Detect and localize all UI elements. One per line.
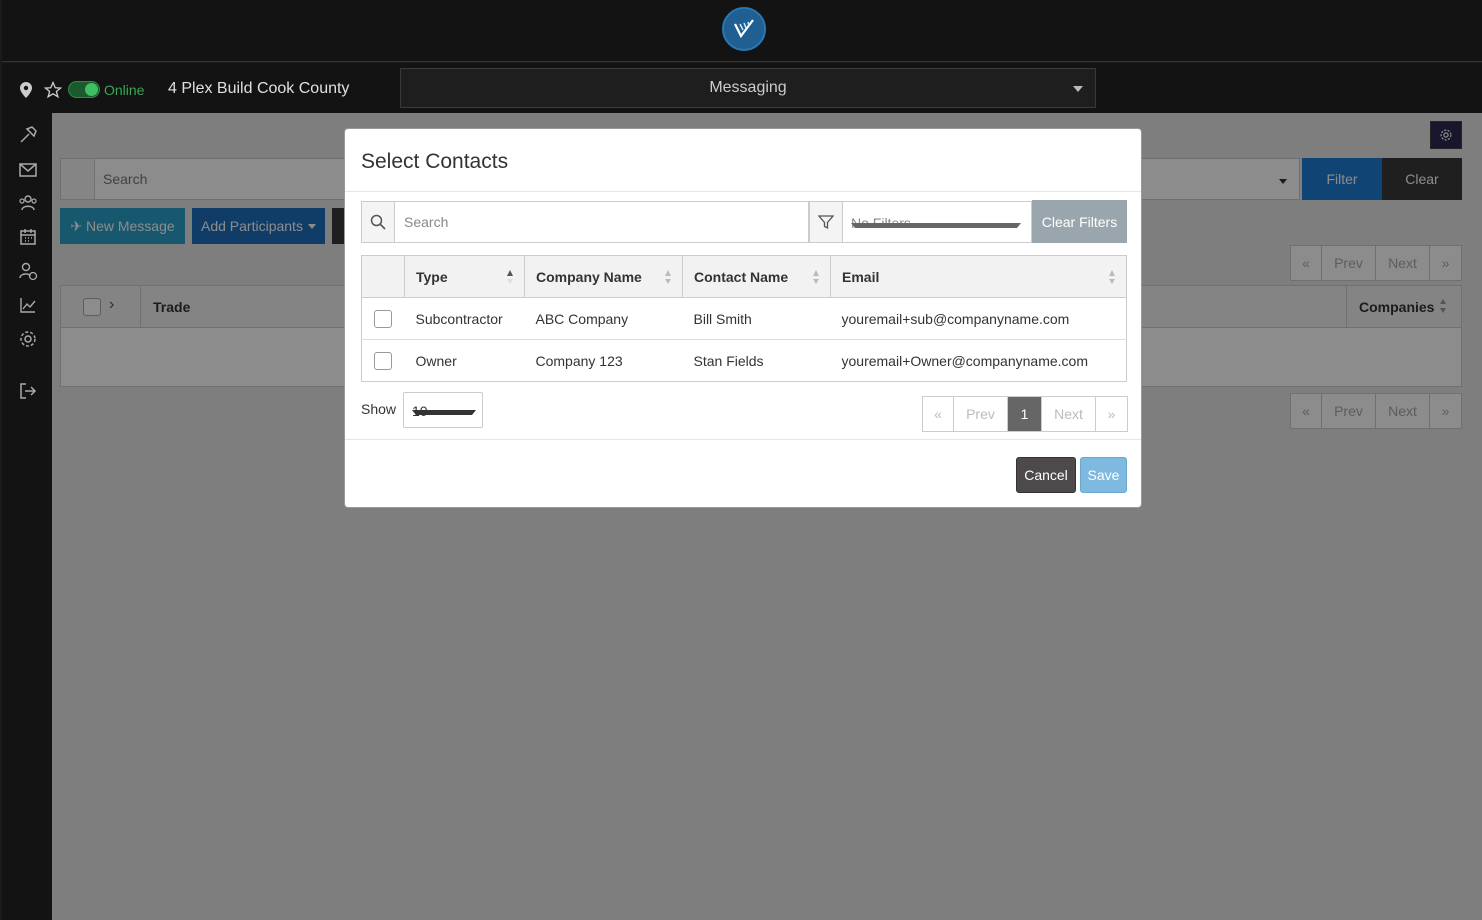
- save-button[interactable]: Save: [1080, 457, 1127, 493]
- table-row[interactable]: Owner Company 123 Stan Fields youremail+…: [361, 339, 1127, 382]
- module-select-value: Messaging: [709, 79, 787, 96]
- cancel-button[interactable]: Cancel: [1016, 457, 1076, 493]
- star-icon[interactable]: [43, 80, 63, 102]
- modal-footer-divider: [345, 439, 1141, 440]
- column-type-label: Type: [416, 268, 448, 285]
- email-cell: youremail+Owner@companyname.com: [830, 339, 1127, 382]
- modal-header: Select Contacts: [345, 129, 1141, 192]
- filter-icon: [809, 201, 843, 243]
- column-contact-name[interactable]: Contact Name: [682, 255, 831, 298]
- app-logo-icon[interactable]: [722, 7, 766, 51]
- sort-icon: [812, 269, 820, 288]
- email-cell: youremail+sub@companyname.com: [830, 297, 1127, 340]
- filters-select[interactable]: No Filters: [842, 201, 1032, 243]
- chevron-down-icon: [412, 410, 476, 415]
- row-checkbox[interactable]: [374, 309, 393, 328]
- prev-page-button[interactable]: Prev: [954, 397, 1008, 431]
- first-page-button[interactable]: «: [923, 397, 954, 431]
- chevron-down-icon: [1073, 86, 1083, 92]
- hammer-icon[interactable]: [18, 125, 38, 145]
- gear-icon[interactable]: [18, 329, 38, 349]
- location-pin-icon[interactable]: [20, 82, 32, 101]
- column-contact-label: Contact Name: [694, 268, 789, 285]
- modal-title: Select Contacts: [361, 150, 509, 173]
- company-cell: Company 123: [524, 339, 683, 382]
- online-status: Online: [104, 82, 145, 98]
- mail-icon[interactable]: [18, 160, 38, 180]
- column-email-label: Email: [842, 268, 880, 285]
- online-toggle[interactable]: [68, 81, 100, 98]
- type-cell[interactable]: Owner: [404, 339, 525, 382]
- contact-cell: Stan Fields: [682, 339, 831, 382]
- last-page-button[interactable]: »: [1096, 397, 1127, 431]
- column-company-label: Company Name: [536, 268, 642, 285]
- contact-search: [361, 201, 809, 243]
- next-page-button[interactable]: Next: [1042, 397, 1096, 431]
- row-select-cell: [361, 297, 405, 340]
- user-clock-icon[interactable]: [18, 261, 38, 281]
- type-cell[interactable]: Subcontractor: [404, 297, 525, 340]
- contact-cell: Bill Smith: [682, 297, 831, 340]
- show-label: Show: [361, 401, 397, 417]
- select-contacts-modal: Select Contacts No Filters Clear Filters…: [344, 128, 1142, 508]
- page-1-button[interactable]: 1: [1008, 397, 1042, 431]
- row-select-cell: [361, 339, 405, 382]
- chevron-down-icon: [851, 223, 1021, 228]
- table-header-row: Type Company Name Contact Name Email: [361, 255, 1127, 298]
- sort-icon: [1108, 269, 1116, 288]
- contact-search-input[interactable]: [396, 202, 808, 242]
- top-bar: [2, 0, 1482, 62]
- column-type[interactable]: Type: [404, 255, 525, 298]
- contacts-table: Type Company Name Contact Name Email Sub…: [361, 255, 1127, 382]
- sort-asc-icon: [506, 269, 514, 288]
- project-bar: Online 4 Plex Build Cook County Messagin…: [2, 63, 1482, 113]
- chart-icon[interactable]: [18, 295, 38, 315]
- page-size-select[interactable]: 10: [403, 392, 483, 428]
- column-email[interactable]: Email: [830, 255, 1127, 298]
- company-cell: ABC Company: [524, 297, 683, 340]
- select-column: [361, 255, 405, 298]
- project-name[interactable]: 4 Plex Build Cook County: [168, 80, 349, 98]
- table-row[interactable]: Subcontractor ABC Company Bill Smith you…: [361, 297, 1127, 340]
- users-icon[interactable]: [18, 193, 38, 213]
- logout-icon[interactable]: [18, 381, 38, 401]
- sidebar: [2, 113, 52, 920]
- column-company-name[interactable]: Company Name: [524, 255, 683, 298]
- calendar-icon[interactable]: [18, 227, 38, 247]
- clear-filters-button[interactable]: Clear Filters: [1032, 200, 1127, 243]
- row-checkbox[interactable]: [374, 351, 393, 370]
- sort-icon: [664, 269, 672, 288]
- search-icon: [362, 202, 395, 242]
- modal-pagination: « Prev 1 Next »: [922, 396, 1128, 432]
- module-select[interactable]: Messaging: [400, 68, 1096, 108]
